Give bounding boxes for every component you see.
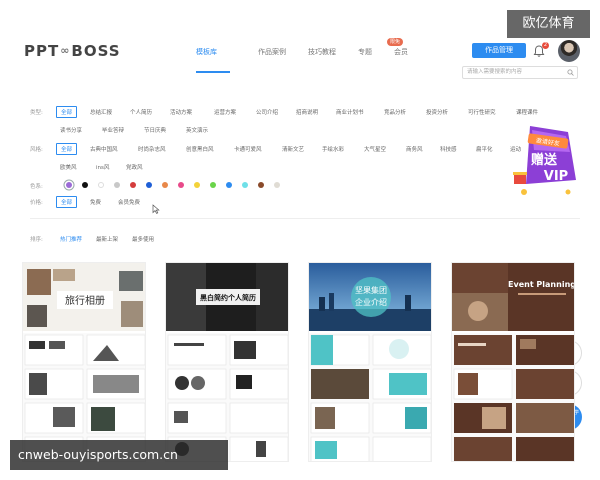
type-option[interactable]: 活动方案 [170,108,192,116]
style-option[interactable]: 大气星空 [364,145,386,153]
sort-label: 排序: [30,237,43,243]
nav-cases[interactable]: 作品案例 [258,47,286,57]
color-swatch[interactable] [130,182,136,188]
color-swatch[interactable] [98,182,104,188]
color-swatch[interactable] [146,182,152,188]
filter-label-price: 价格: [30,200,43,206]
template-card[interactable]: Event Planning [451,262,575,462]
type-option[interactable]: 读书分享 [60,126,82,134]
color-swatch[interactable] [210,182,216,188]
type-option[interactable]: 公司介绍 [256,108,278,116]
price-option[interactable]: 全部 [56,196,78,208]
color-swatch[interactable] [114,182,120,188]
watermark-bottom-left: cnweb-ouyisports.com.cn [10,440,228,470]
color-swatch[interactable] [274,182,280,188]
card-subtitle: 企业介绍 [355,297,387,307]
watermark-top-right: 欧亿体育 [507,10,590,38]
price-option[interactable]: 免费 [90,198,101,206]
type-option[interactable]: 招商说明 [296,108,318,116]
style-option[interactable]: 商务风 [406,145,423,153]
nav-topics[interactable]: 专题 [358,47,372,57]
type-option[interactable]: 课程课件 [516,108,538,116]
style-option[interactable]: ins风 [96,163,109,171]
site-logo[interactable]: PPT∞BOSS [24,42,121,60]
type-option[interactable]: 英文演示 [186,126,208,134]
card-cover-image: 坚果集团 企业介绍 [309,263,431,331]
type-option[interactable]: 竞品分析 [384,108,406,116]
card-title: 黑白简约个人简历 [200,293,256,302]
color-swatch[interactable] [178,182,184,188]
type-option[interactable]: 个人简历 [130,108,152,116]
sort-option-most-used[interactable]: 最多使用 [132,235,154,243]
filter-label-style: 风格: [30,147,43,153]
style-option[interactable]: 古典中国风 [90,145,118,153]
template-card[interactable]: 坚果集团 企业介绍 [308,262,432,462]
card-cover-image: Event Planning [452,263,575,331]
style-option[interactable]: 党政风 [126,163,143,171]
template-card[interactable]: 黑白简约个人简历 [165,262,289,462]
card-cover-image: 黑白简约个人简历 [166,263,288,331]
nav-tutorials[interactable]: 技巧教程 [308,47,336,57]
top-header: PPT∞BOSS 模板库 作品案例 技巧教程 专题 会员 限免 作品管理 2 [10,38,590,73]
card-title: 旅行相册 [65,294,105,307]
sort-option-new[interactable]: 最新上架 [96,235,118,243]
logo-link-icon: ∞ [60,44,71,57]
type-option[interactable]: 运营方案 [214,108,236,116]
style-option[interactable]: 创意黑白风 [186,145,214,153]
invite-vip-banner[interactable]: 邀请好友 赠送 VIP [512,122,582,200]
logo-right: BOSS [71,42,121,60]
type-option[interactable]: 可行性研究 [468,108,496,116]
filter-label-color: 色系: [30,184,43,190]
card-page-previews [452,333,574,461]
filter-label-type: 类型: [30,110,43,116]
style-option[interactable]: 卡通可爱风 [234,145,262,153]
template-card[interactable]: 旅行相册 [22,262,146,462]
vip-text: VIP [544,169,568,184]
free-badge: 限免 [387,38,404,46]
manage-works-button[interactable]: 作品管理 [472,43,526,58]
color-swatch[interactable] [226,182,232,188]
type-option[interactable]: 总结汇报 [90,108,112,116]
card-title: 坚果集团 [355,285,387,295]
color-swatch[interactable] [66,182,72,188]
color-swatch[interactable] [82,182,88,188]
vip-big-text: 赠送 [531,152,558,168]
mouse-cursor-icon [152,204,160,214]
sort-option-hot[interactable]: 热门推荐 [60,235,82,243]
color-swatch[interactable] [242,182,248,188]
type-option[interactable]: 商业计划书 [336,108,364,116]
nav-active-underline [196,71,230,73]
type-option[interactable]: 全部 [56,106,78,118]
logo-left: PPT [24,42,60,60]
style-option[interactable]: 欧美风 [60,163,77,171]
color-swatch[interactable] [258,182,264,188]
style-option[interactable]: 全部 [56,143,78,155]
user-avatar[interactable] [558,40,580,62]
type-option[interactable]: 投资分析 [426,108,448,116]
style-option[interactable]: 手绘水彩 [322,145,344,153]
price-option[interactable]: 会员免费 [118,198,140,206]
search-placeholder: 请输入需要搜索的内容 [467,69,523,75]
color-swatch[interactable] [162,182,168,188]
notification-count-badge: 2 [542,42,549,49]
type-option[interactable]: 节日庆典 [144,126,166,134]
type-option[interactable]: 毕业答辩 [102,126,124,134]
card-title: Event Planning [508,280,575,289]
card-page-previews [309,333,431,461]
color-swatch[interactable] [194,182,200,188]
style-option[interactable]: 清新文艺 [282,145,304,153]
search-icon[interactable] [567,69,574,76]
search-input[interactable]: 请输入需要搜索的内容 [462,66,578,79]
style-option[interactable]: 扁平化 [476,145,493,153]
page: PPT∞BOSS 模板库 作品案例 技巧教程 专题 会员 限免 作品管理 2 请… [0,0,600,480]
style-option[interactable]: 时尚杂志风 [138,145,166,153]
nav-templates[interactable]: 模板库 [196,47,217,57]
filter-divider [30,218,580,219]
nav-membership[interactable]: 会员 [394,47,408,57]
style-option[interactable]: 科技感 [440,145,457,153]
card-cover-image: 旅行相册 [23,263,145,331]
